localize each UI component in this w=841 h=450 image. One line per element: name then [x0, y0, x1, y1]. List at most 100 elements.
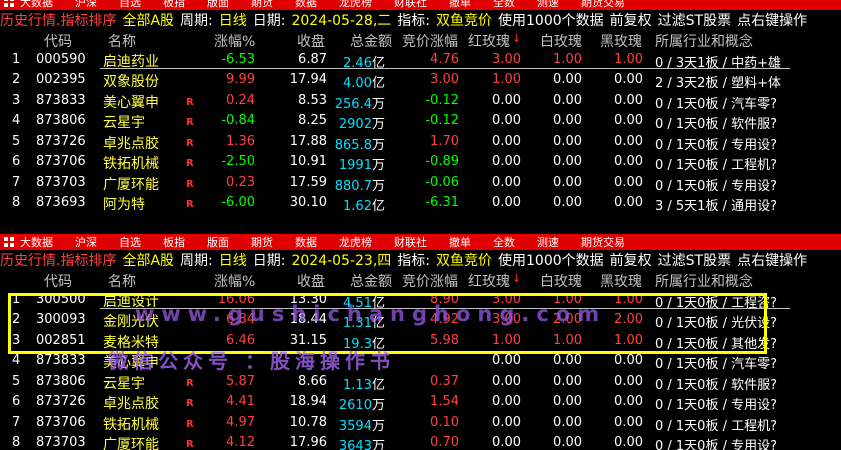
- menu-item[interactable]: 自选: [119, 234, 141, 250]
- table-row[interactable]: 6 873706 铁拓机械 R -2.50 10.91 -0.89 0.00 0.00 0.00 0…: [0, 152, 841, 173]
- menu-item[interactable]: 板指: [163, 234, 185, 250]
- industry-concept: 0 / 1天0板 / 其他发?: [655, 336, 778, 352]
- black-rose-value: 0.00: [614, 414, 643, 430]
- black-rose-value: 0.00: [614, 195, 643, 210]
- black-rose-value: 0.00: [614, 394, 643, 409]
- market-filter[interactable]: 全部A股: [122, 10, 174, 30]
- column-header[interactable]: 黑玫瑰: [600, 271, 642, 291]
- column-header[interactable]: 红玫瑰: [468, 271, 510, 291]
- table-row[interactable]: 6 873726 卓兆点胶 R 4.41 18.94 1.54 0.00 0.00 0.00 0 /…: [0, 392, 841, 413]
- menu-item[interactable]: 全数: [493, 234, 515, 250]
- column-header[interactable]: 所属行业和概念: [655, 271, 753, 291]
- column-header[interactable]: 名称: [108, 271, 136, 291]
- menu-item[interactable]: 期货交易: [581, 234, 625, 250]
- st-filter[interactable]: 过滤ST股票: [658, 10, 731, 30]
- menu-item[interactable]: 撤单: [449, 234, 471, 250]
- row-index: 6: [12, 394, 21, 409]
- amount-unit: 万: [371, 439, 385, 450]
- info-title: 历史行情.指标排序: [0, 12, 117, 29]
- menu-item[interactable]: 大数据: [20, 234, 53, 250]
- table-row[interactable]: 8 873703 广厦环能 R 4.12 17.96 0.70 0.00 0.00 0.00 0 /…: [0, 433, 841, 450]
- total-amount: 2902万: [339, 113, 385, 132]
- menu-item[interactable]: 测速: [537, 0, 559, 10]
- menu-item[interactable]: 大数据: [20, 0, 53, 10]
- menu-item[interactable]: 测速: [537, 234, 559, 250]
- column-header[interactable]: 所属行业和概念: [655, 31, 753, 51]
- column-header[interactable]: 竞价涨幅: [402, 31, 458, 51]
- column-header[interactable]: 总金额: [350, 271, 392, 291]
- change-pct: -2.50: [221, 154, 255, 169]
- table-row[interactable]: 4 873806 云星宇 R -0.84 8.25 -0.12 0.00 0.00 0.00 0 /…: [0, 111, 841, 132]
- industry-concept: 3 / 5天1板 / 通用设?: [655, 199, 778, 214]
- change-pct: 0.23: [226, 174, 255, 190]
- indicator-value[interactable]: 双鱼竞价: [436, 10, 492, 30]
- table-row[interactable]: 5 873726 卓兆点胶 R 1.36 17.88 1.70 0.00 0.00 0.00 0 /…: [0, 132, 841, 153]
- menu-item[interactable]: 龙虎榜: [339, 234, 372, 250]
- rzrq-badge: R: [186, 178, 194, 190]
- adjust-mode[interactable]: 前复权: [610, 250, 652, 270]
- stock-code: 873726: [36, 133, 86, 149]
- menu-item[interactable]: 数据: [295, 0, 317, 10]
- red-rose-value: 0.00: [492, 92, 521, 108]
- black-rose-value: 0.00: [614, 92, 643, 108]
- auction-change: -0.12: [425, 113, 459, 128]
- menu-item[interactable]: 版面: [207, 0, 229, 10]
- white-rose-value: 0.00: [553, 174, 582, 190]
- menu-item[interactable]: 期货: [251, 234, 273, 250]
- column-header[interactable]: 涨幅%: [214, 271, 255, 291]
- column-header[interactable]: 代码: [44, 31, 72, 51]
- column-header[interactable]: 白玫瑰: [540, 271, 582, 291]
- st-filter[interactable]: 过滤ST股票: [658, 250, 731, 270]
- table-row[interactable]: 1 000590 启迪药业 -6.53 6.87 4.76 3.00 1.00 1.00 0 / …: [0, 50, 841, 71]
- total-amount: 3594万: [339, 415, 385, 434]
- menu-item[interactable]: 财联社: [394, 0, 427, 10]
- amount-value: 1991: [338, 158, 372, 173]
- adjust-mode[interactable]: 前复权: [610, 10, 652, 30]
- menu-item[interactable]: 数据: [295, 234, 317, 250]
- period-value[interactable]: 日线: [219, 250, 247, 270]
- menu-item[interactable]: 自选: [119, 0, 141, 10]
- date-value[interactable]: 2024-05-28,二: [291, 10, 391, 30]
- red-rose-value: 0.00: [492, 414, 521, 430]
- grid-icon[interactable]: [4, 0, 14, 7]
- menu-item[interactable]: 沪深: [75, 0, 97, 10]
- column-header[interactable]: 代码: [44, 271, 72, 291]
- menu-item[interactable]: 沪深: [75, 234, 97, 250]
- column-header[interactable]: 收盘: [297, 271, 325, 291]
- table-row[interactable]: 7 873706 铁拓机械 R 4.97 10.78 0.10 0.00 0.00 0.00 0 /…: [0, 413, 841, 434]
- menu-item[interactable]: 版面: [207, 234, 229, 250]
- close-price: 17.88: [289, 133, 327, 149]
- grid-icon[interactable]: [4, 237, 14, 247]
- table-row[interactable]: 5 873806 云星宇 R 5.87 8.66 0.37 0.00 0.00 0.00 0 / 1…: [0, 372, 841, 393]
- stock-code: 873693: [36, 195, 86, 210]
- menu-item[interactable]: 撤单: [449, 0, 471, 10]
- table-row[interactable]: 8 873693 阿为特 R -6.00 30.10 -6.31 0.00 0.00 0.00 3 …: [0, 193, 841, 214]
- menu-item[interactable]: 财联社: [394, 234, 427, 250]
- table-row[interactable]: 3 873833 美心翼申 R 0.24 8.53 -0.12 0.00 0.00 0.00 0 /…: [0, 91, 841, 112]
- column-header[interactable]: 白玫瑰: [540, 31, 582, 51]
- column-header[interactable]: 竞价涨幅: [402, 271, 458, 291]
- table-row[interactable]: 2 002395 双象股份 9.99 17.94 3.00 1.00 0.00 0.00 2 / …: [0, 70, 841, 91]
- column-header[interactable]: 黑玫瑰: [600, 31, 642, 51]
- column-header[interactable]: 总金额: [350, 31, 392, 51]
- stock-code: 873833: [36, 92, 86, 108]
- indicator-value[interactable]: 双鱼竞价: [436, 250, 492, 270]
- menu-item[interactable]: 期货: [251, 0, 273, 10]
- menu-item[interactable]: 全数: [493, 0, 515, 10]
- watermark-text: 微信公众号 ：股海操作书: [108, 349, 395, 373]
- column-header[interactable]: 收盘: [297, 31, 325, 51]
- auction-change: 4.76: [430, 51, 459, 67]
- date-value[interactable]: 2024-05-23,四: [291, 250, 391, 270]
- menu-item[interactable]: 期货交易: [581, 0, 625, 10]
- column-header[interactable]: 涨幅%: [214, 31, 255, 51]
- table-row[interactable]: 7 873703 广厦环能 R 0.23 17.59 -0.06 0.00 0.00 0.00 0 …: [0, 173, 841, 194]
- menu-item[interactable]: 龙虎榜: [339, 0, 372, 10]
- period-value[interactable]: 日线: [219, 10, 247, 30]
- period-label: 周期:: [180, 12, 213, 29]
- change-pct: -6.53: [221, 51, 255, 67]
- column-header[interactable]: 红玫瑰: [468, 31, 510, 51]
- industry-concept: 2 / 3天2板 / 塑料+体: [655, 76, 781, 91]
- menu-item[interactable]: 板指: [163, 0, 185, 10]
- column-header[interactable]: 名称: [108, 31, 136, 51]
- market-filter[interactable]: 全部A股: [122, 250, 174, 270]
